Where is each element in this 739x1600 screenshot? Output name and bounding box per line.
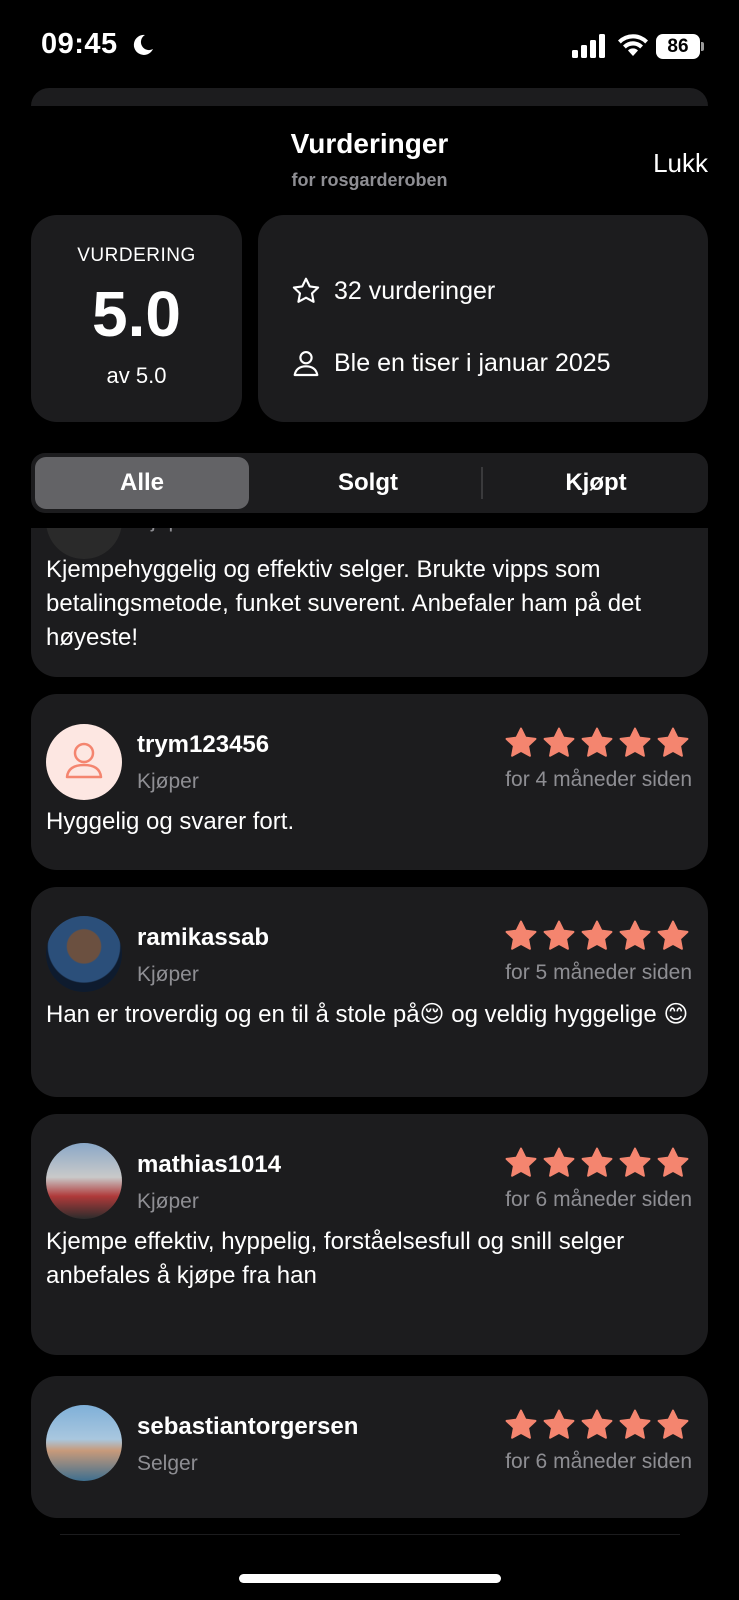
review-date: for 6 måneder siden [505, 1188, 692, 1211]
rating-value: 5.0 [92, 278, 181, 350]
star-icon [657, 727, 689, 757]
star-icon [543, 1147, 575, 1177]
star-rating [500, 1408, 690, 1442]
reviewer-role: Kjøper [137, 963, 199, 986]
filter-tabs: Alle Solgt Kjøpt [31, 453, 708, 513]
star-icon [657, 1147, 689, 1177]
avatar[interactable] [46, 1405, 122, 1481]
review-list[interactable]: Kjøper Kjempehyggelig og effektiv selger… [0, 528, 739, 1548]
review-text: Hyggelig og svarer fort. [46, 808, 295, 835]
wifi-icon [618, 34, 648, 56]
star-icon [505, 920, 537, 950]
review-text: Kjempehyggelig og effektiv selger. Brukt… [46, 556, 642, 651]
review-count-row: 32 vurderinger [290, 275, 495, 307]
star-icon [619, 920, 651, 950]
star-outline-icon [292, 277, 320, 303]
review-date: for 4 måneder siden [505, 768, 692, 791]
star-rating [500, 1146, 690, 1180]
rating-label: VURDERING [77, 245, 196, 266]
person-icon [65, 742, 103, 779]
tab-divider [481, 467, 483, 499]
reviewer-role: Selger [137, 1452, 198, 1475]
star-rating [500, 919, 690, 953]
review-date: for 5 måneder siden [505, 961, 692, 984]
review-card: ramikassab Kjøper for 5 måneder siden Ha… [31, 887, 708, 1097]
star-icon [543, 920, 575, 950]
reviewer-role: Kjøper [137, 1190, 199, 1213]
reviewer-name[interactable]: trym123456 [137, 731, 269, 759]
star-icon [657, 1409, 689, 1439]
star-icon [619, 1409, 651, 1439]
avatar[interactable] [46, 1143, 122, 1219]
status-bar: 09:45 86 [0, 0, 739, 92]
seller-info-card: 32 vurderinger Ble en tiser i januar 202… [258, 215, 708, 422]
reviewer-role: Kjøper [137, 770, 199, 793]
page-subtitle: for rosgarderoben [291, 170, 448, 190]
moon-icon [133, 34, 153, 55]
review-date: for 6 måneder siden [505, 1450, 692, 1473]
star-icon [619, 1147, 651, 1177]
screen: 09:45 86 Vurderinger for rosgarderoben L… [0, 0, 739, 1600]
star-icon [581, 920, 613, 950]
star-icon [505, 727, 537, 757]
divider [60, 1534, 680, 1535]
star-icon [543, 727, 575, 757]
review-card: mathias1014 Kjøper for 6 måneder siden K… [31, 1114, 708, 1355]
star-icon [543, 1409, 575, 1439]
review-text: Han er troverdig og en til å stole på😌 o… [46, 1001, 689, 1028]
person-icon [293, 351, 319, 377]
star-icon [619, 727, 651, 757]
reviewer-name[interactable]: ramikassab [137, 924, 269, 952]
reviewer-role: Kjøper [137, 528, 199, 533]
review-text: Kjempe effektiv, hyppelig, forståelsesfu… [46, 1228, 625, 1289]
review-card: trym123456 Kjøper for 4 måneder siden Hy… [31, 694, 708, 870]
star-icon [505, 1409, 537, 1439]
star-icon [657, 920, 689, 950]
review-count: 32 vurderinger [334, 276, 496, 305]
battery-icon: 86 [656, 34, 704, 59]
tab-kjopt[interactable]: Kjøpt [489, 457, 703, 509]
page-title: Vurderinger [290, 128, 449, 159]
star-rating [500, 726, 690, 760]
review-card: Kjøper Kjempehyggelig og effektiv selger… [31, 528, 708, 677]
battery-level: 86 [667, 36, 689, 57]
star-icon [581, 1409, 613, 1439]
tab-alle[interactable]: Alle [35, 457, 249, 509]
status-time: 09:45 [41, 28, 118, 60]
reviewer-name[interactable]: mathias1014 [137, 1151, 281, 1179]
member-since-row: Ble en tiser i januar 2025 [290, 347, 611, 379]
star-icon [581, 727, 613, 757]
tab-solgt[interactable]: Solgt [261, 457, 475, 509]
star-icon [505, 1147, 537, 1177]
star-icon [581, 1147, 613, 1177]
home-indicator[interactable] [239, 1574, 501, 1583]
rating-max: av 5.0 [106, 363, 167, 388]
rating-summary-card: VURDERING 5.0 av 5.0 [31, 215, 242, 422]
member-since: Ble en tiser i januar 2025 [334, 348, 611, 377]
avatar[interactable] [46, 916, 122, 992]
signal-icon [572, 34, 605, 58]
reviewer-name[interactable]: sebastiantorgersen [137, 1413, 358, 1441]
close-button[interactable]: Lukk [653, 148, 708, 179]
avatar[interactable] [46, 724, 122, 800]
review-card: sebastiantorgersen Selger for 6 måneder … [31, 1376, 708, 1518]
